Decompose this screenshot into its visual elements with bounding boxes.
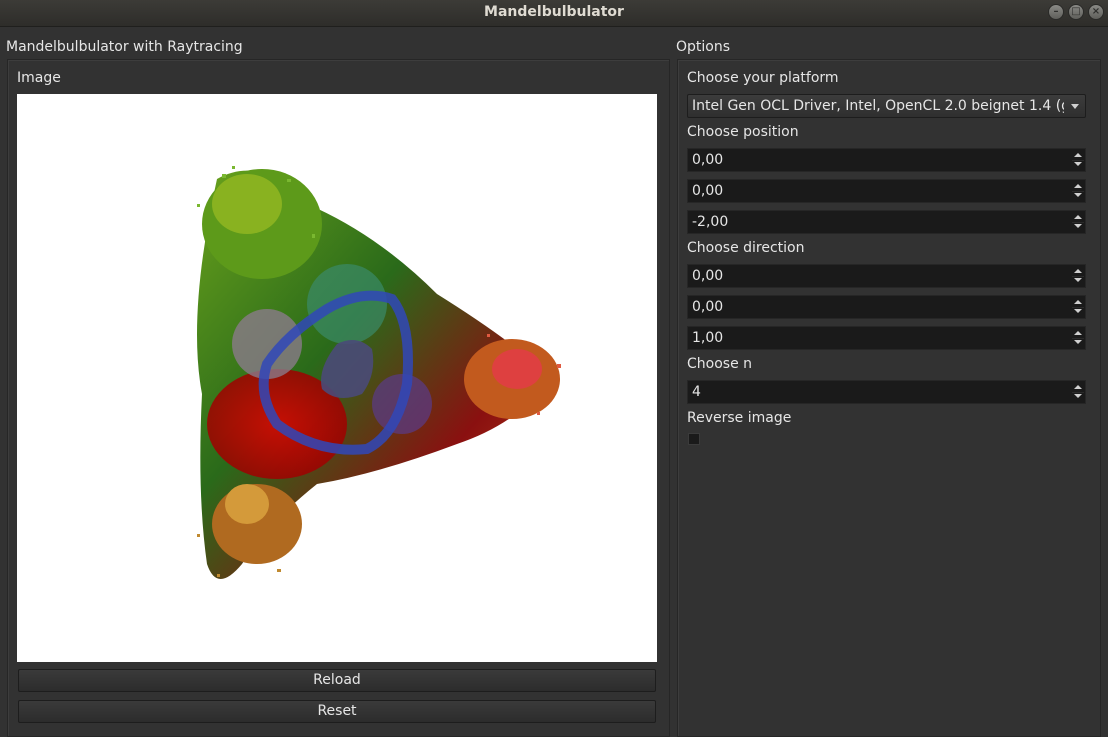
- spin-down-icon[interactable]: [1072, 392, 1084, 402]
- position-y-spinbox[interactable]: 0,00: [687, 179, 1086, 203]
- direction-y-spinbox[interactable]: 0,00: [687, 295, 1086, 319]
- direction-label: Choose direction: [687, 240, 805, 256]
- reverse-image-checkbox[interactable]: [688, 433, 700, 445]
- position-label: Choose position: [687, 124, 799, 140]
- spin-value: 0,00: [692, 299, 724, 315]
- n-spinbox[interactable]: 4: [687, 380, 1086, 404]
- position-z-spinbox[interactable]: -2,00: [687, 210, 1086, 234]
- spin-value: 4: [692, 384, 701, 400]
- spin-value: -2,00: [692, 214, 729, 230]
- render-canvas: [17, 94, 657, 662]
- main-group-title: Mandelbulbulator with Raytracing: [6, 39, 243, 55]
- direction-x-spinbox[interactable]: 0,00: [687, 264, 1086, 288]
- spin-down-icon[interactable]: [1072, 276, 1084, 286]
- reload-button[interactable]: Reload: [18, 669, 656, 692]
- spin-value: 1,00: [692, 330, 724, 346]
- chevron-down-icon: [1071, 104, 1079, 109]
- reset-button[interactable]: Reset: [18, 700, 656, 723]
- spin-down-icon[interactable]: [1072, 191, 1084, 201]
- spin-down-icon[interactable]: [1072, 307, 1084, 317]
- spin-down-icon[interactable]: [1072, 160, 1084, 170]
- image-label: Image: [17, 70, 61, 86]
- spin-value: 0,00: [692, 268, 724, 284]
- spin-value: 0,00: [692, 183, 724, 199]
- minimize-icon[interactable]: –: [1048, 4, 1064, 20]
- platform-value: Intel Gen OCL Driver, Intel, OpenCL 2.0 …: [692, 98, 1064, 114]
- reverse-image-label: Reverse image: [687, 410, 792, 426]
- spin-down-icon[interactable]: [1072, 338, 1084, 348]
- mandelbulb-image: [197, 166, 561, 579]
- window-title: Mandelbulbulator: [484, 4, 624, 20]
- spin-down-icon[interactable]: [1072, 222, 1084, 232]
- platform-label: Choose your platform: [687, 70, 839, 86]
- position-x-spinbox[interactable]: 0,00: [687, 148, 1086, 172]
- title-bar: Mandelbulbulator – □ ×: [0, 0, 1108, 27]
- spin-value: 0,00: [692, 152, 724, 168]
- n-label: Choose n: [687, 356, 753, 372]
- direction-z-spinbox[interactable]: 1,00: [687, 326, 1086, 350]
- maximize-icon[interactable]: □: [1068, 4, 1084, 20]
- options-group-title: Options: [676, 39, 731, 55]
- close-icon[interactable]: ×: [1088, 4, 1104, 20]
- platform-combobox[interactable]: Intel Gen OCL Driver, Intel, OpenCL 2.0 …: [687, 94, 1086, 118]
